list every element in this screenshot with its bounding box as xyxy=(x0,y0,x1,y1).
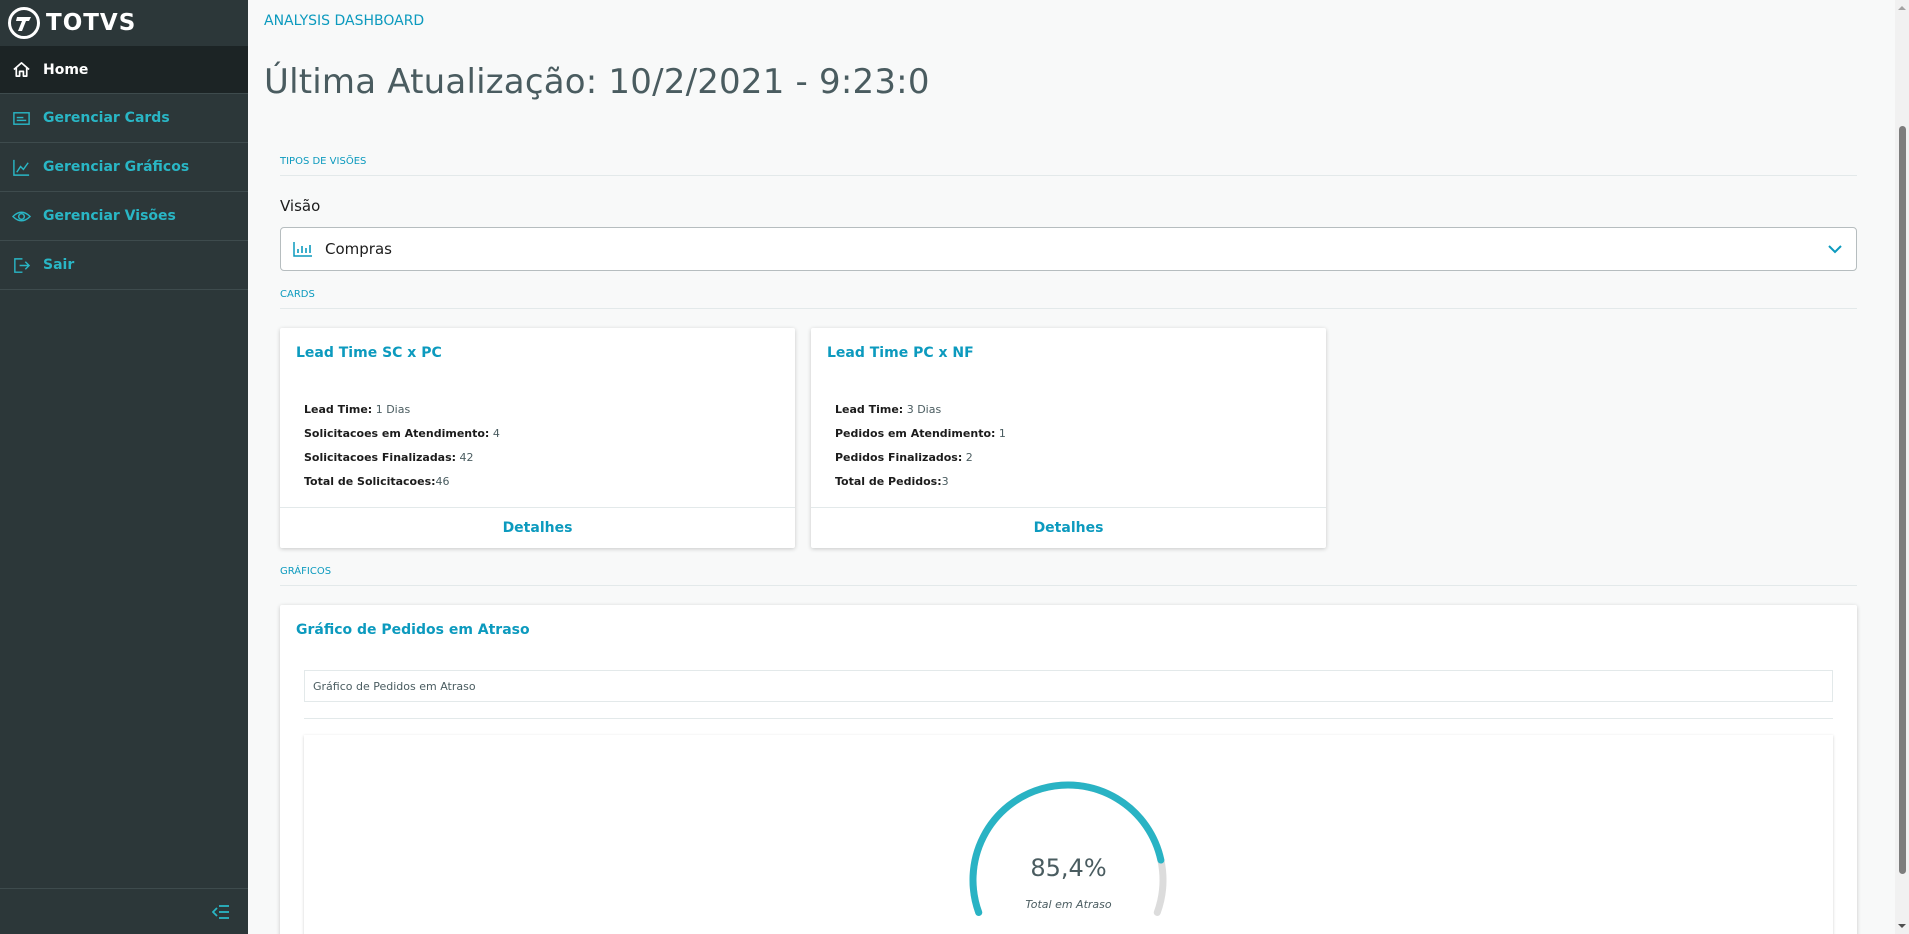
section-title-views: TIPOS DE VISÕES xyxy=(280,156,1857,176)
view-field-label: Visão xyxy=(280,197,321,215)
card-line: Pedidos em Atendimento: 1 xyxy=(835,427,1006,440)
main-content: ANALYSIS DASHBOARD Última Atualização: 1… xyxy=(248,0,1895,934)
sidebar-item-gerenciar-cards[interactable]: Gerenciar Cards xyxy=(0,94,248,143)
chevron-down-icon[interactable] xyxy=(1826,240,1844,258)
views-section: TIPOS DE VISÕES xyxy=(280,156,1857,176)
scrollbar-thumb[interactable] xyxy=(1899,126,1906,874)
eye-icon xyxy=(12,211,31,221)
gauge-label: Total em Atraso xyxy=(1025,898,1112,911)
chart-icon xyxy=(13,159,30,176)
sidebar-item-gerenciar-visoes[interactable]: Gerenciar Visões xyxy=(0,192,248,241)
card-details: Lead Time: 1 Dias Solicitacoes em Atendi… xyxy=(304,398,500,494)
breadcrumb[interactable]: ANALYSIS DASHBOARD xyxy=(264,13,424,29)
scroll-up-icon[interactable] xyxy=(1898,4,1906,12)
gauge-track xyxy=(969,781,1167,916)
gauge-value: 85,4% xyxy=(1030,854,1107,882)
card-lead-time-pc-nf: Lead Time PC x NF Lead Time: 3 Dias Pedi… xyxy=(811,328,1326,548)
card-lead-time-sc-pc: Lead Time SC x PC Lead Time: 1 Dias Soli… xyxy=(280,328,795,548)
totvs-logo-icon xyxy=(8,7,40,39)
chart-header-label: Gráfico de Pedidos em Atraso xyxy=(304,670,1833,702)
sidebar-item-label: Gerenciar Cards xyxy=(43,110,170,126)
card-line: Pedidos Finalizados: 2 xyxy=(835,451,973,464)
gauge-fill xyxy=(969,781,1165,916)
sidebar-item-gerenciar-graficos[interactable]: Gerenciar Gráficos xyxy=(0,143,248,192)
sidebar: TOTVS Home Gerenciar Cards Gerenciar Grá… xyxy=(0,0,248,934)
card-details: Lead Time: 3 Dias Pedidos em Atendimento… xyxy=(835,398,1006,494)
collapse-menu-icon[interactable] xyxy=(212,904,230,920)
card-line: Lead Time: 3 Dias xyxy=(835,403,942,416)
vertical-scrollbar[interactable] xyxy=(1895,0,1909,934)
card-title: Lead Time SC x PC xyxy=(296,345,442,361)
section-title-cards: CARDS xyxy=(280,289,1857,309)
card-line: Total de Pedidos:3 xyxy=(835,475,949,488)
home-icon xyxy=(13,61,30,78)
brand-name: TOTVS xyxy=(46,10,137,36)
gauge-chart-container: 85,4% Total em Atraso xyxy=(304,735,1833,934)
details-button[interactable]: Detalhes xyxy=(280,507,795,548)
view-select[interactable]: Compras xyxy=(280,227,1857,271)
card-icon xyxy=(13,111,30,125)
chart-panel-title: Gráfico de Pedidos em Atraso xyxy=(296,622,530,638)
bar-chart-icon xyxy=(293,242,312,257)
view-select-value: Compras xyxy=(325,240,392,258)
divider xyxy=(304,718,1833,719)
cards-section: CARDS xyxy=(280,289,1857,309)
sidebar-item-label: Gerenciar Visões xyxy=(43,208,176,224)
card-line: Lead Time: 1 Dias xyxy=(304,403,411,416)
card-line: Total de Solicitacoes:46 xyxy=(304,475,450,488)
sidebar-footer xyxy=(0,888,248,934)
scroll-down-icon[interactable] xyxy=(1898,922,1906,930)
card-title: Lead Time PC x NF xyxy=(827,345,974,361)
charts-section: GRÁFICOS xyxy=(280,566,1857,586)
sidebar-item-label: Gerenciar Gráficos xyxy=(43,159,190,175)
brand-logo[interactable]: TOTVS xyxy=(0,0,248,46)
section-title-charts: GRÁFICOS xyxy=(280,566,1857,586)
card-line: Solicitacoes Finalizadas: 42 xyxy=(304,451,474,464)
chart-panel: Gráfico de Pedidos em Atraso Gráfico de … xyxy=(280,605,1857,934)
card-line: Solicitacoes em Atendimento: 4 xyxy=(304,427,500,440)
sidebar-item-label: Home xyxy=(43,61,89,78)
page-title: Última Atualização: 10/2/2021 - 9:23:0 xyxy=(264,62,930,102)
sidebar-item-home[interactable]: Home xyxy=(0,46,248,94)
sidebar-item-label: Sair xyxy=(43,257,75,273)
sidebar-item-sair[interactable]: Sair xyxy=(0,241,248,290)
details-button[interactable]: Detalhes xyxy=(811,507,1326,548)
exit-icon xyxy=(14,257,31,273)
